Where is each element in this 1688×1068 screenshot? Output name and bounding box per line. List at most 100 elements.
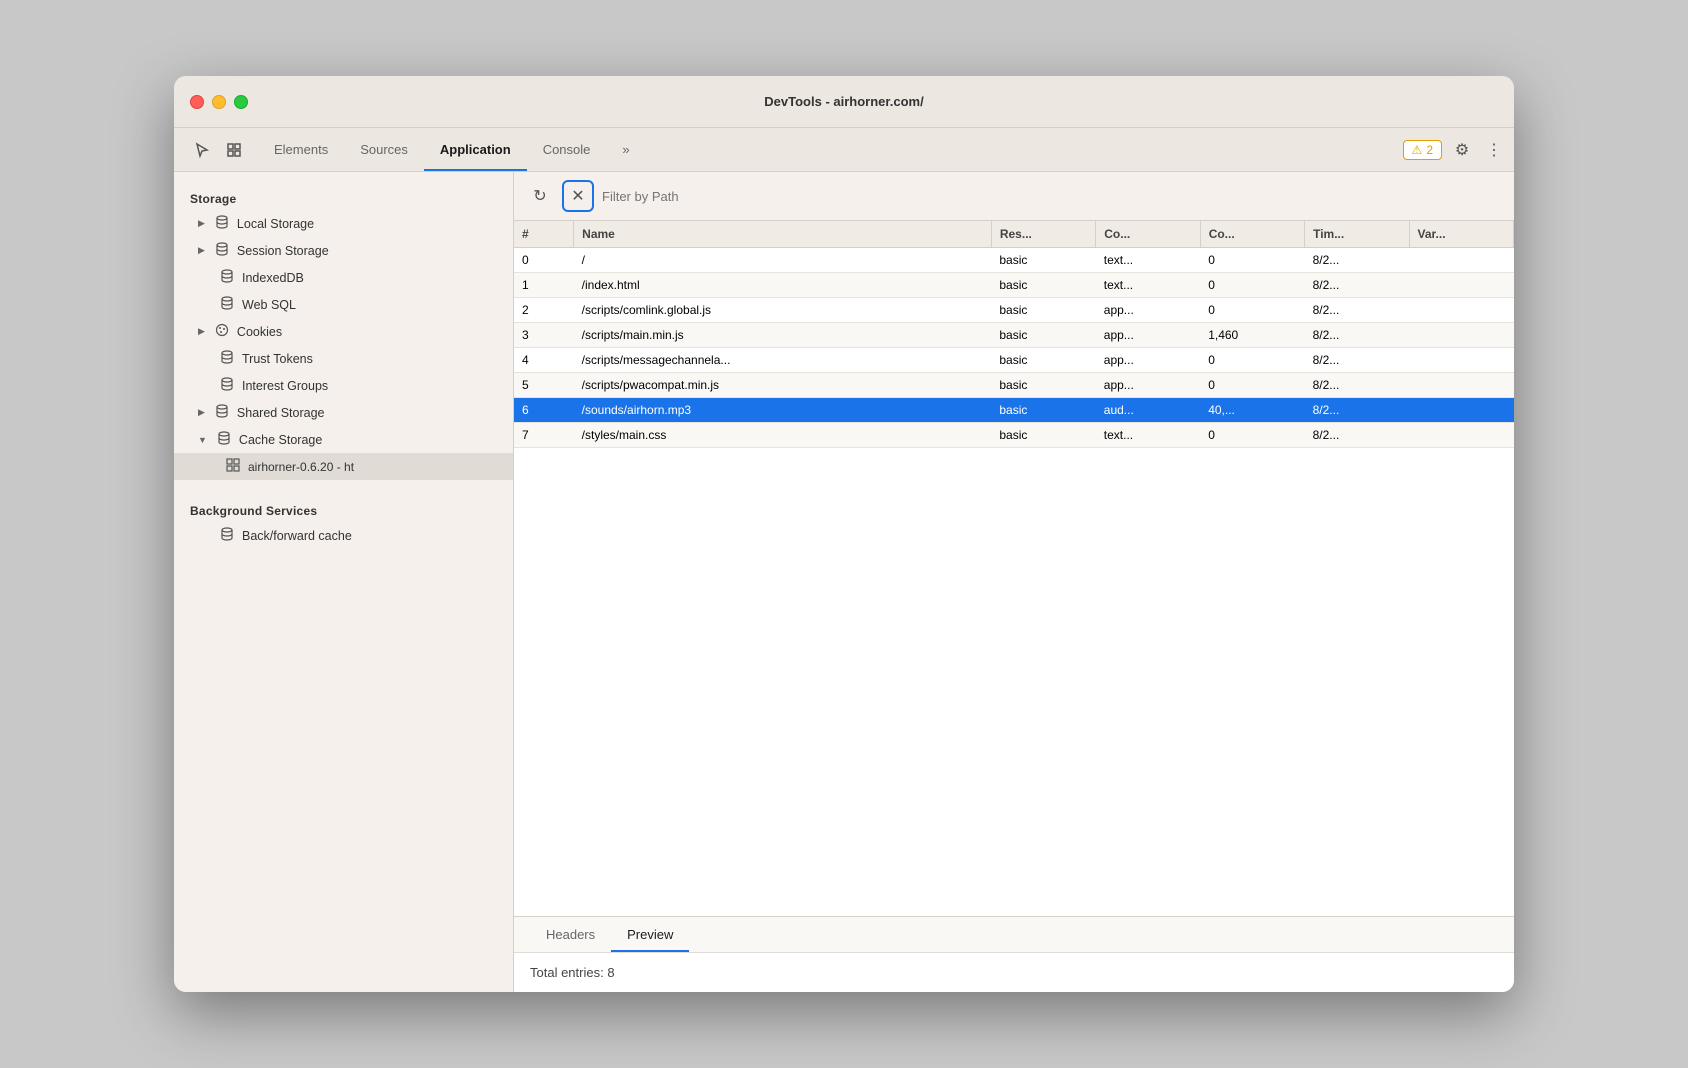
cell-num: 1	[514, 273, 574, 298]
bottom-content: Total entries: 8	[514, 953, 1514, 992]
inspect-icon[interactable]	[222, 138, 246, 162]
cell-tim: 8/2...	[1305, 323, 1409, 348]
cell-res: basic	[991, 348, 1095, 373]
minimize-button[interactable]	[212, 95, 226, 109]
cell-res: basic	[991, 248, 1095, 273]
cell-co2: 0	[1200, 373, 1304, 398]
cell-var	[1409, 298, 1513, 323]
cell-tim: 8/2...	[1305, 423, 1409, 448]
cell-co1: app...	[1096, 323, 1200, 348]
cell-name: /index.html	[574, 273, 992, 298]
table-row[interactable]: 3/scripts/main.min.jsbasicapp...1,4608/2…	[514, 323, 1514, 348]
warning-badge[interactable]: ⚠ 2	[1403, 140, 1442, 160]
web-sql-label: Web SQL	[242, 298, 296, 312]
sidebar-item-airhorner-cache[interactable]: airhorner-0.6.20 - ht	[174, 453, 513, 480]
table-body: 0/basictext...08/2...1/index.htmlbasicte…	[514, 248, 1514, 448]
traffic-lights	[190, 95, 248, 109]
cell-res: basic	[991, 398, 1095, 423]
col-header-tim: Tim...	[1305, 221, 1409, 248]
expand-arrow-local-storage: ▶	[198, 218, 205, 229]
sidebar-item-cache-storage[interactable]: ▼ Cache Storage	[174, 426, 513, 453]
background-services-label: Background Services	[174, 496, 513, 522]
tab-headers[interactable]: Headers	[530, 917, 611, 952]
cell-num: 0	[514, 248, 574, 273]
sidebar-item-web-sql[interactable]: Web SQL	[174, 291, 513, 318]
cell-res: basic	[991, 273, 1095, 298]
cell-co2: 40,...	[1200, 398, 1304, 423]
storage-section-label: Storage	[174, 184, 513, 210]
cell-var	[1409, 373, 1513, 398]
window-title: DevTools - airhorner.com/	[764, 94, 923, 109]
cell-var	[1409, 423, 1513, 448]
tab-elements[interactable]: Elements	[258, 128, 344, 171]
sidebar-item-indexeddb[interactable]: IndexedDB	[174, 264, 513, 291]
database-icon	[215, 215, 229, 232]
sidebar: Storage ▶ Local Storage ▶ Session Storag…	[174, 172, 514, 992]
cell-var	[1409, 323, 1513, 348]
database-icon-websql	[220, 296, 234, 313]
sidebar-item-trust-tokens[interactable]: Trust Tokens	[174, 345, 513, 372]
col-header-res: Res...	[991, 221, 1095, 248]
cell-var	[1409, 273, 1513, 298]
expand-arrow-cache-storage: ▼	[198, 435, 207, 445]
sidebar-item-cookies[interactable]: ▶ Cookies	[174, 318, 513, 345]
database-icon-shared	[215, 404, 229, 421]
col-header-var: Var...	[1409, 221, 1513, 248]
maximize-button[interactable]	[234, 95, 248, 109]
cell-num: 7	[514, 423, 574, 448]
sidebar-item-back-forward-cache[interactable]: Back/forward cache	[174, 522, 513, 549]
tab-application[interactable]: Application	[424, 128, 527, 171]
filter-input[interactable]	[602, 189, 1502, 204]
main-content: Storage ▶ Local Storage ▶ Session Storag…	[174, 172, 1514, 992]
tab-sources[interactable]: Sources	[344, 128, 424, 171]
sidebar-item-local-storage[interactable]: ▶ Local Storage	[174, 210, 513, 237]
cursor-icon[interactable]	[190, 138, 214, 162]
col-header-co2: Co...	[1200, 221, 1304, 248]
sidebar-item-shared-storage[interactable]: ▶ Shared Storage	[174, 399, 513, 426]
tab-console[interactable]: Console	[527, 128, 607, 171]
cache-storage-label: Cache Storage	[239, 433, 322, 447]
more-options-icon[interactable]: ⋮	[1482, 138, 1506, 162]
table-row[interactable]: 5/scripts/pwacompat.min.jsbasicapp...08/…	[514, 373, 1514, 398]
table-row[interactable]: 0/basictext...08/2...	[514, 248, 1514, 273]
cell-tim: 8/2...	[1305, 298, 1409, 323]
filter-bar: ↻ ✕	[514, 172, 1514, 221]
session-storage-label: Session Storage	[237, 244, 329, 258]
cell-res: basic	[991, 373, 1095, 398]
data-table: # Name Res... Co... Co... Tim... Var... …	[514, 221, 1514, 916]
local-storage-label: Local Storage	[237, 217, 314, 231]
cell-co2: 0	[1200, 273, 1304, 298]
table-row[interactable]: 6/sounds/airhorn.mp3basicaud...40,...8/2…	[514, 398, 1514, 423]
total-entries: Total entries: 8	[530, 965, 615, 980]
table-row[interactable]: 7/styles/main.cssbasictext...08/2...	[514, 423, 1514, 448]
cell-tim: 8/2...	[1305, 248, 1409, 273]
back-forward-cache-label: Back/forward cache	[242, 529, 352, 543]
database-icon-bfcache	[220, 527, 234, 544]
sidebar-item-interest-groups[interactable]: Interest Groups	[174, 372, 513, 399]
cell-co2: 0	[1200, 248, 1304, 273]
cell-name: /scripts/messagechannela...	[574, 348, 992, 373]
table-row[interactable]: 1/index.htmlbasictext...08/2...	[514, 273, 1514, 298]
database-icon-interest	[220, 377, 234, 394]
refresh-button[interactable]: ↻	[526, 182, 554, 210]
cell-res: basic	[991, 298, 1095, 323]
table-row[interactable]: 2/scripts/comlink.global.jsbasicapp...08…	[514, 298, 1514, 323]
tab-preview[interactable]: Preview	[611, 917, 689, 952]
database-icon-session	[215, 242, 229, 259]
tab-more[interactable]: »	[606, 128, 645, 171]
devtools-tools	[182, 128, 258, 171]
tab-bar: Elements Sources Application Console » ⚠…	[174, 128, 1514, 172]
col-header-name: Name	[574, 221, 992, 248]
table-row[interactable]: 4/scripts/messagechannela...basicapp...0…	[514, 348, 1514, 373]
settings-icon[interactable]: ⚙	[1450, 138, 1474, 162]
grid-icon	[226, 458, 240, 475]
expand-arrow-shared-storage: ▶	[198, 407, 205, 418]
close-button[interactable]	[190, 95, 204, 109]
cell-num: 5	[514, 373, 574, 398]
title-bar: DevTools - airhorner.com/	[174, 76, 1514, 128]
right-panel: ↻ ✕ # Name Res... Co... Co... Tim...	[514, 172, 1514, 992]
clear-button[interactable]: ✕	[562, 180, 594, 212]
sidebar-item-session-storage[interactable]: ▶ Session Storage	[174, 237, 513, 264]
cell-tim: 8/2...	[1305, 273, 1409, 298]
cell-name: /scripts/pwacompat.min.js	[574, 373, 992, 398]
